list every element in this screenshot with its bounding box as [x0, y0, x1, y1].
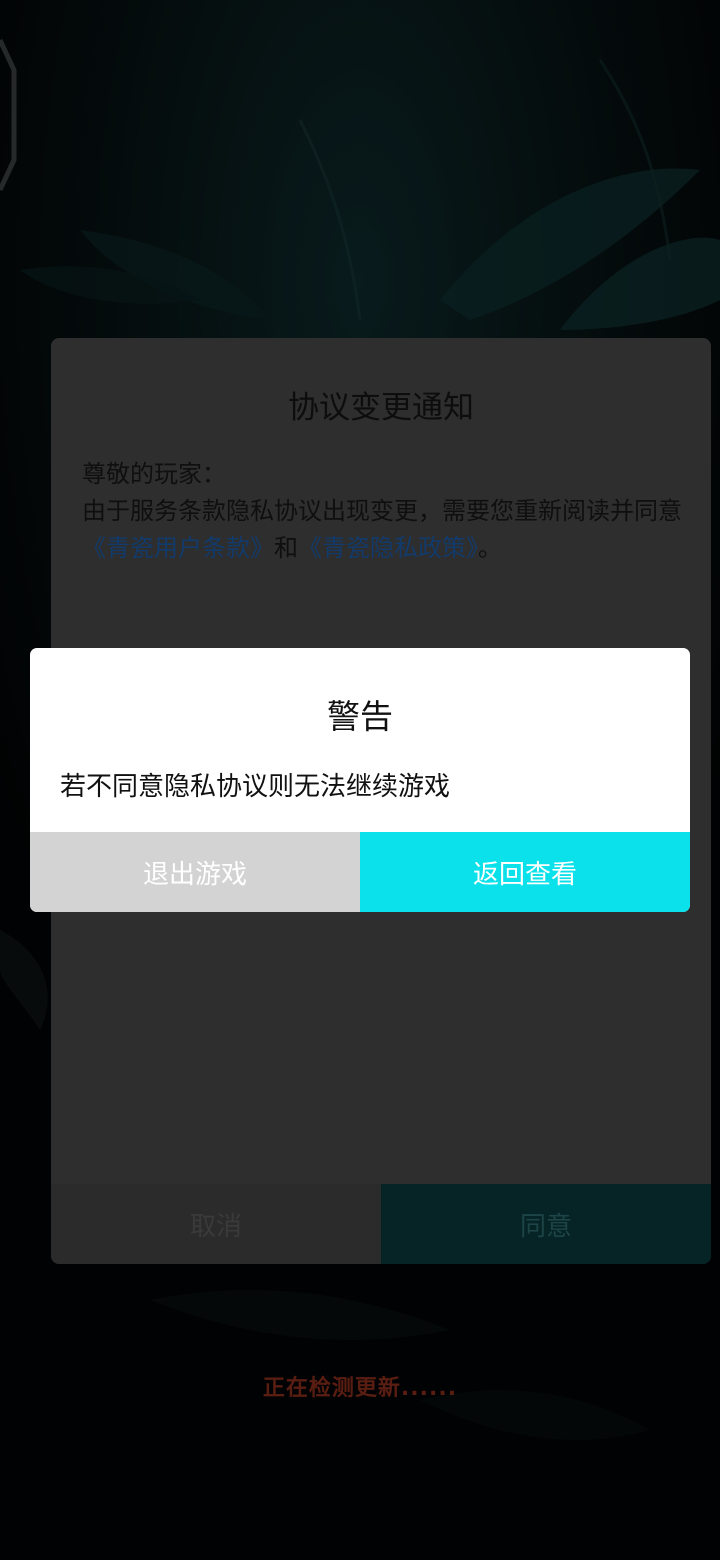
agreement-greeting: 尊敬的玩家： [82, 460, 226, 488]
agreement-connector-text: 和 [274, 534, 298, 562]
agree-button[interactable]: 同意 [381, 1184, 711, 1264]
privacy-policy-link[interactable]: 《青瓷隐私政策》 [298, 534, 478, 562]
exit-game-button[interactable]: 退出游戏 [30, 832, 360, 912]
agreement-suffix-text: 。 [478, 534, 502, 562]
loading-status-text: 正在检测更新...... [262, 1376, 458, 1401]
agreement-dialog-body: 尊敬的玩家： 由于服务条款隐私协议出现变更，需要您重新阅读并同意《青瓷用户条款》… [82, 456, 682, 567]
user-terms-link[interactable]: 《青瓷用户条款》 [82, 534, 274, 562]
warning-button-row: 退出游戏 返回查看 [30, 832, 690, 912]
agreement-message-text: 由于服务条款隐私协议出现变更，需要您重新阅读并同意 [82, 497, 682, 525]
agreement-button-row: 取消 同意 [51, 1184, 711, 1264]
agreement-dialog-title: 协议变更通知 [288, 390, 474, 426]
cancel-button[interactable]: 取消 [51, 1184, 381, 1264]
warning-dialog-message: 若不同意隐私协议则无法继续游戏 [60, 772, 451, 802]
agreement-message: 由于服务条款隐私协议出现变更，需要您重新阅读并同意《青瓷用户条款》和《青瓷隐私政… [82, 493, 682, 567]
warning-dialog: 警告 若不同意隐私协议则无法继续游戏 退出游戏 返回查看 [30, 648, 690, 912]
return-review-button[interactable]: 返回查看 [360, 832, 690, 912]
warning-dialog-title: 警告 [327, 697, 393, 736]
